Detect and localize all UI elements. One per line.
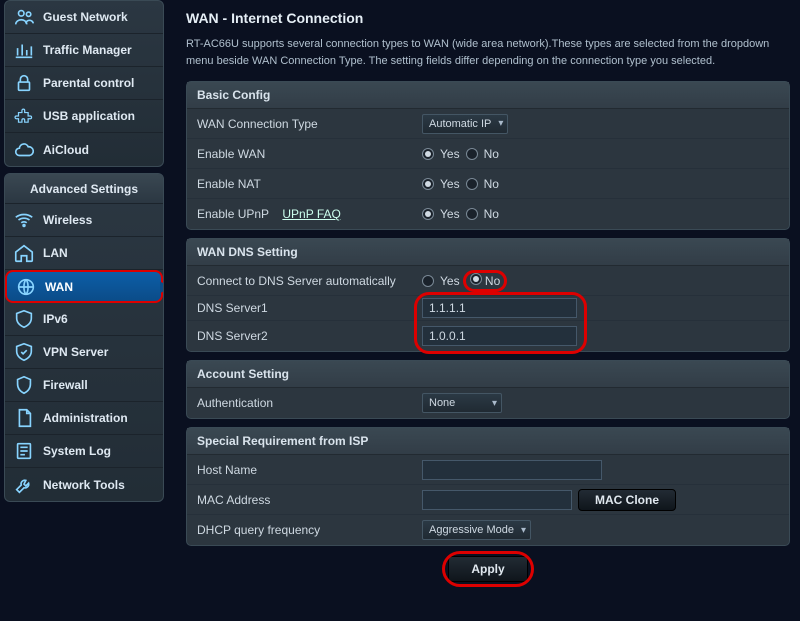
sidebar-item-label: Firewall xyxy=(43,378,88,392)
sidebar-item-guest-network[interactable]: Guest Network xyxy=(5,1,163,34)
advanced-settings-title: Advanced Settings xyxy=(5,174,163,204)
home-icon xyxy=(13,242,35,264)
main-content: WAN - Internet Connection RT-AC66U suppo… xyxy=(168,0,800,621)
chart-icon xyxy=(13,39,35,61)
sidebar-item-vpn-server[interactable]: VPN Server xyxy=(5,336,163,369)
sidebar-item-label: Wireless xyxy=(43,213,92,227)
apply-button[interactable]: Apply xyxy=(448,556,527,582)
sidebar-item-administration[interactable]: Administration xyxy=(5,402,163,435)
dhcp-frequency-label: DHCP query frequency xyxy=(187,523,422,537)
wan-connection-type-select[interactable]: Automatic IP xyxy=(422,114,508,134)
dns-server1-label: DNS Server1 xyxy=(187,301,422,315)
enable-wan-yes-radio[interactable] xyxy=(422,148,434,160)
enable-upnp-yes-radio[interactable] xyxy=(422,208,434,220)
authentication-select[interactable]: None xyxy=(422,393,502,413)
firewall-icon xyxy=(13,374,35,396)
sidebar-advanced-group: Advanced Settings Wireless LAN WAN IPv6 … xyxy=(4,173,164,502)
enable-nat-no-radio[interactable] xyxy=(466,178,478,190)
sidebar-item-system-log[interactable]: System Log xyxy=(5,435,163,468)
sidebar-item-network-tools[interactable]: Network Tools xyxy=(5,468,163,501)
panel-header-isp: Special Requirement from ISP xyxy=(187,428,789,455)
sidebar-item-label: Parental control xyxy=(43,76,134,90)
wifi-icon xyxy=(13,209,35,231)
sidebar-top-group: Guest Network Traffic Manager Parental c… xyxy=(4,0,164,167)
wan-connection-type-label: WAN Connection Type xyxy=(187,117,422,131)
doc-icon xyxy=(13,407,35,429)
mac-clone-button[interactable]: MAC Clone xyxy=(578,489,676,511)
panel-header-basic: Basic Config xyxy=(187,82,789,109)
sidebar-item-wan[interactable]: WAN xyxy=(5,270,163,303)
sidebar-item-ipv6[interactable]: IPv6 xyxy=(5,303,163,336)
page-description: RT-AC66U supports several connection typ… xyxy=(186,36,790,69)
dns-auto-yes-radio[interactable] xyxy=(422,275,434,287)
sidebar-item-traffic-manager[interactable]: Traffic Manager xyxy=(5,34,163,67)
dns-server2-label: DNS Server2 xyxy=(187,329,422,343)
sidebar-item-label: Administration xyxy=(43,411,128,425)
lock-icon xyxy=(13,72,35,94)
isp-panel: Special Requirement from ISP Host Name M… xyxy=(186,427,790,546)
sidebar-item-label: WAN xyxy=(45,280,73,294)
sidebar-item-label: Network Tools xyxy=(43,478,125,492)
sidebar-item-label: IPv6 xyxy=(43,312,68,326)
upnp-faq-link[interactable]: UPnP FAQ xyxy=(282,207,340,221)
sidebar-item-firewall[interactable]: Firewall xyxy=(5,369,163,402)
log-icon xyxy=(13,440,35,462)
users-icon xyxy=(13,6,35,28)
sidebar-item-wireless[interactable]: Wireless xyxy=(5,204,163,237)
shield-icon xyxy=(13,341,35,363)
cloud-icon xyxy=(13,139,35,161)
dns-auto-no-radio[interactable] xyxy=(470,273,482,285)
mac-address-label: MAC Address xyxy=(187,493,422,507)
sidebar-item-label: AiCloud xyxy=(43,143,89,157)
globe-icon xyxy=(15,276,37,298)
sidebar-item-label: USB application xyxy=(43,109,135,123)
dhcp-frequency-select[interactable]: Aggressive Mode xyxy=(422,520,531,540)
enable-upnp-label: Enable UPnP UPnP FAQ xyxy=(187,207,422,221)
enable-nat-label: Enable NAT xyxy=(187,177,422,191)
host-name-label: Host Name xyxy=(187,463,422,477)
enable-upnp-no-radio[interactable] xyxy=(466,208,478,220)
sidebar-item-label: LAN xyxy=(43,246,68,260)
dns-server2-input[interactable] xyxy=(422,326,577,346)
host-name-input[interactable] xyxy=(422,460,602,480)
panel-header-dns: WAN DNS Setting xyxy=(187,239,789,266)
enable-wan-label: Enable WAN xyxy=(187,147,422,161)
sidebar-item-lan[interactable]: LAN xyxy=(5,237,163,270)
sidebar-item-aicloud[interactable]: AiCloud xyxy=(5,133,163,166)
page-title: WAN - Internet Connection xyxy=(186,10,790,26)
basic-config-panel: Basic Config WAN Connection Type Automat… xyxy=(186,81,790,230)
sidebar-item-label: Guest Network xyxy=(43,10,128,24)
sidebar-item-label: Traffic Manager xyxy=(43,43,132,57)
panel-header-account: Account Setting xyxy=(187,361,789,388)
dns-server1-input[interactable] xyxy=(422,298,577,318)
sidebar-item-label: VPN Server xyxy=(43,345,108,359)
authentication-label: Authentication xyxy=(187,396,422,410)
enable-nat-yes-radio[interactable] xyxy=(422,178,434,190)
dns-auto-label: Connect to DNS Server automatically xyxy=(187,274,422,288)
shield6-icon xyxy=(13,308,35,330)
puzzle-icon xyxy=(13,105,35,127)
enable-wan-no-radio[interactable] xyxy=(466,148,478,160)
sidebar-item-parental-control[interactable]: Parental control xyxy=(5,67,163,100)
account-setting-panel: Account Setting Authentication None xyxy=(186,360,790,419)
sidebar-item-label: System Log xyxy=(43,444,111,458)
tools-icon xyxy=(13,474,35,496)
mac-address-input[interactable] xyxy=(422,490,572,510)
sidebar-item-usb-application[interactable]: USB application xyxy=(5,100,163,133)
wan-dns-panel: WAN DNS Setting Connect to DNS Server au… xyxy=(186,238,790,352)
